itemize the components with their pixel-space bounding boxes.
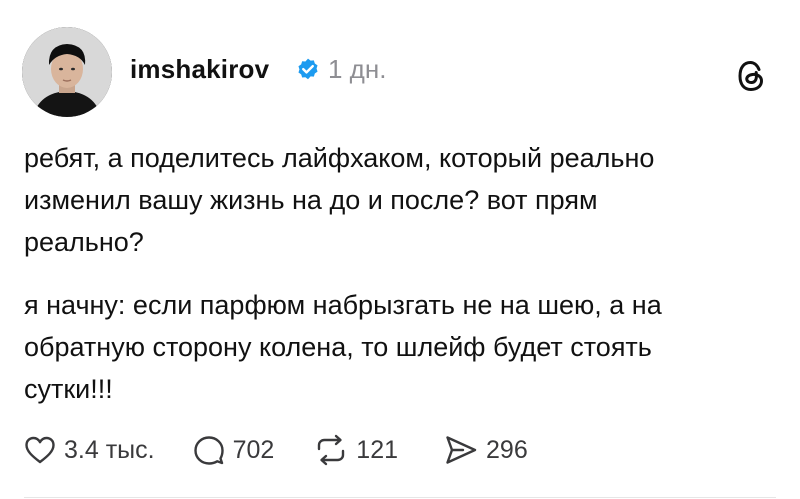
verified-badge-icon [298, 58, 318, 80]
threads-logo-icon[interactable] [735, 58, 767, 94]
heart-icon [25, 436, 55, 464]
avatar-photo [22, 27, 112, 117]
repost-icon [318, 434, 345, 466]
reply-button[interactable]: 702 [193, 430, 275, 470]
repost-count: 121 [356, 436, 399, 464]
username[interactable]: imshakirov [130, 52, 269, 86]
like-button[interactable]: 3.4 тыс. [24, 430, 155, 470]
avatar[interactable] [22, 27, 112, 117]
comment-bubble-icon [193, 436, 224, 465]
threads-post: imshakirov 1 дн. ребят, а поделитесь лай… [0, 0, 800, 499]
post-paragraph-1: ребят, а поделитесь лайфхаком, который р… [24, 143, 655, 257]
reply-count: 702 [232, 436, 275, 464]
send-icon [446, 436, 477, 464]
share-count: 296 [486, 436, 528, 464]
post-paragraph-2: я начну: если парфюм набрызгать не на ше… [24, 290, 662, 404]
like-count: 3.4 тыс. [64, 436, 155, 464]
post-actions: 3.4 тыс. 702 121 296 [24, 430, 528, 470]
post-timestamp: 1 дн. [328, 54, 387, 84]
repost-button[interactable]: 121 [314, 430, 398, 470]
share-button[interactable]: 296 [444, 430, 528, 470]
divider [24, 497, 776, 498]
